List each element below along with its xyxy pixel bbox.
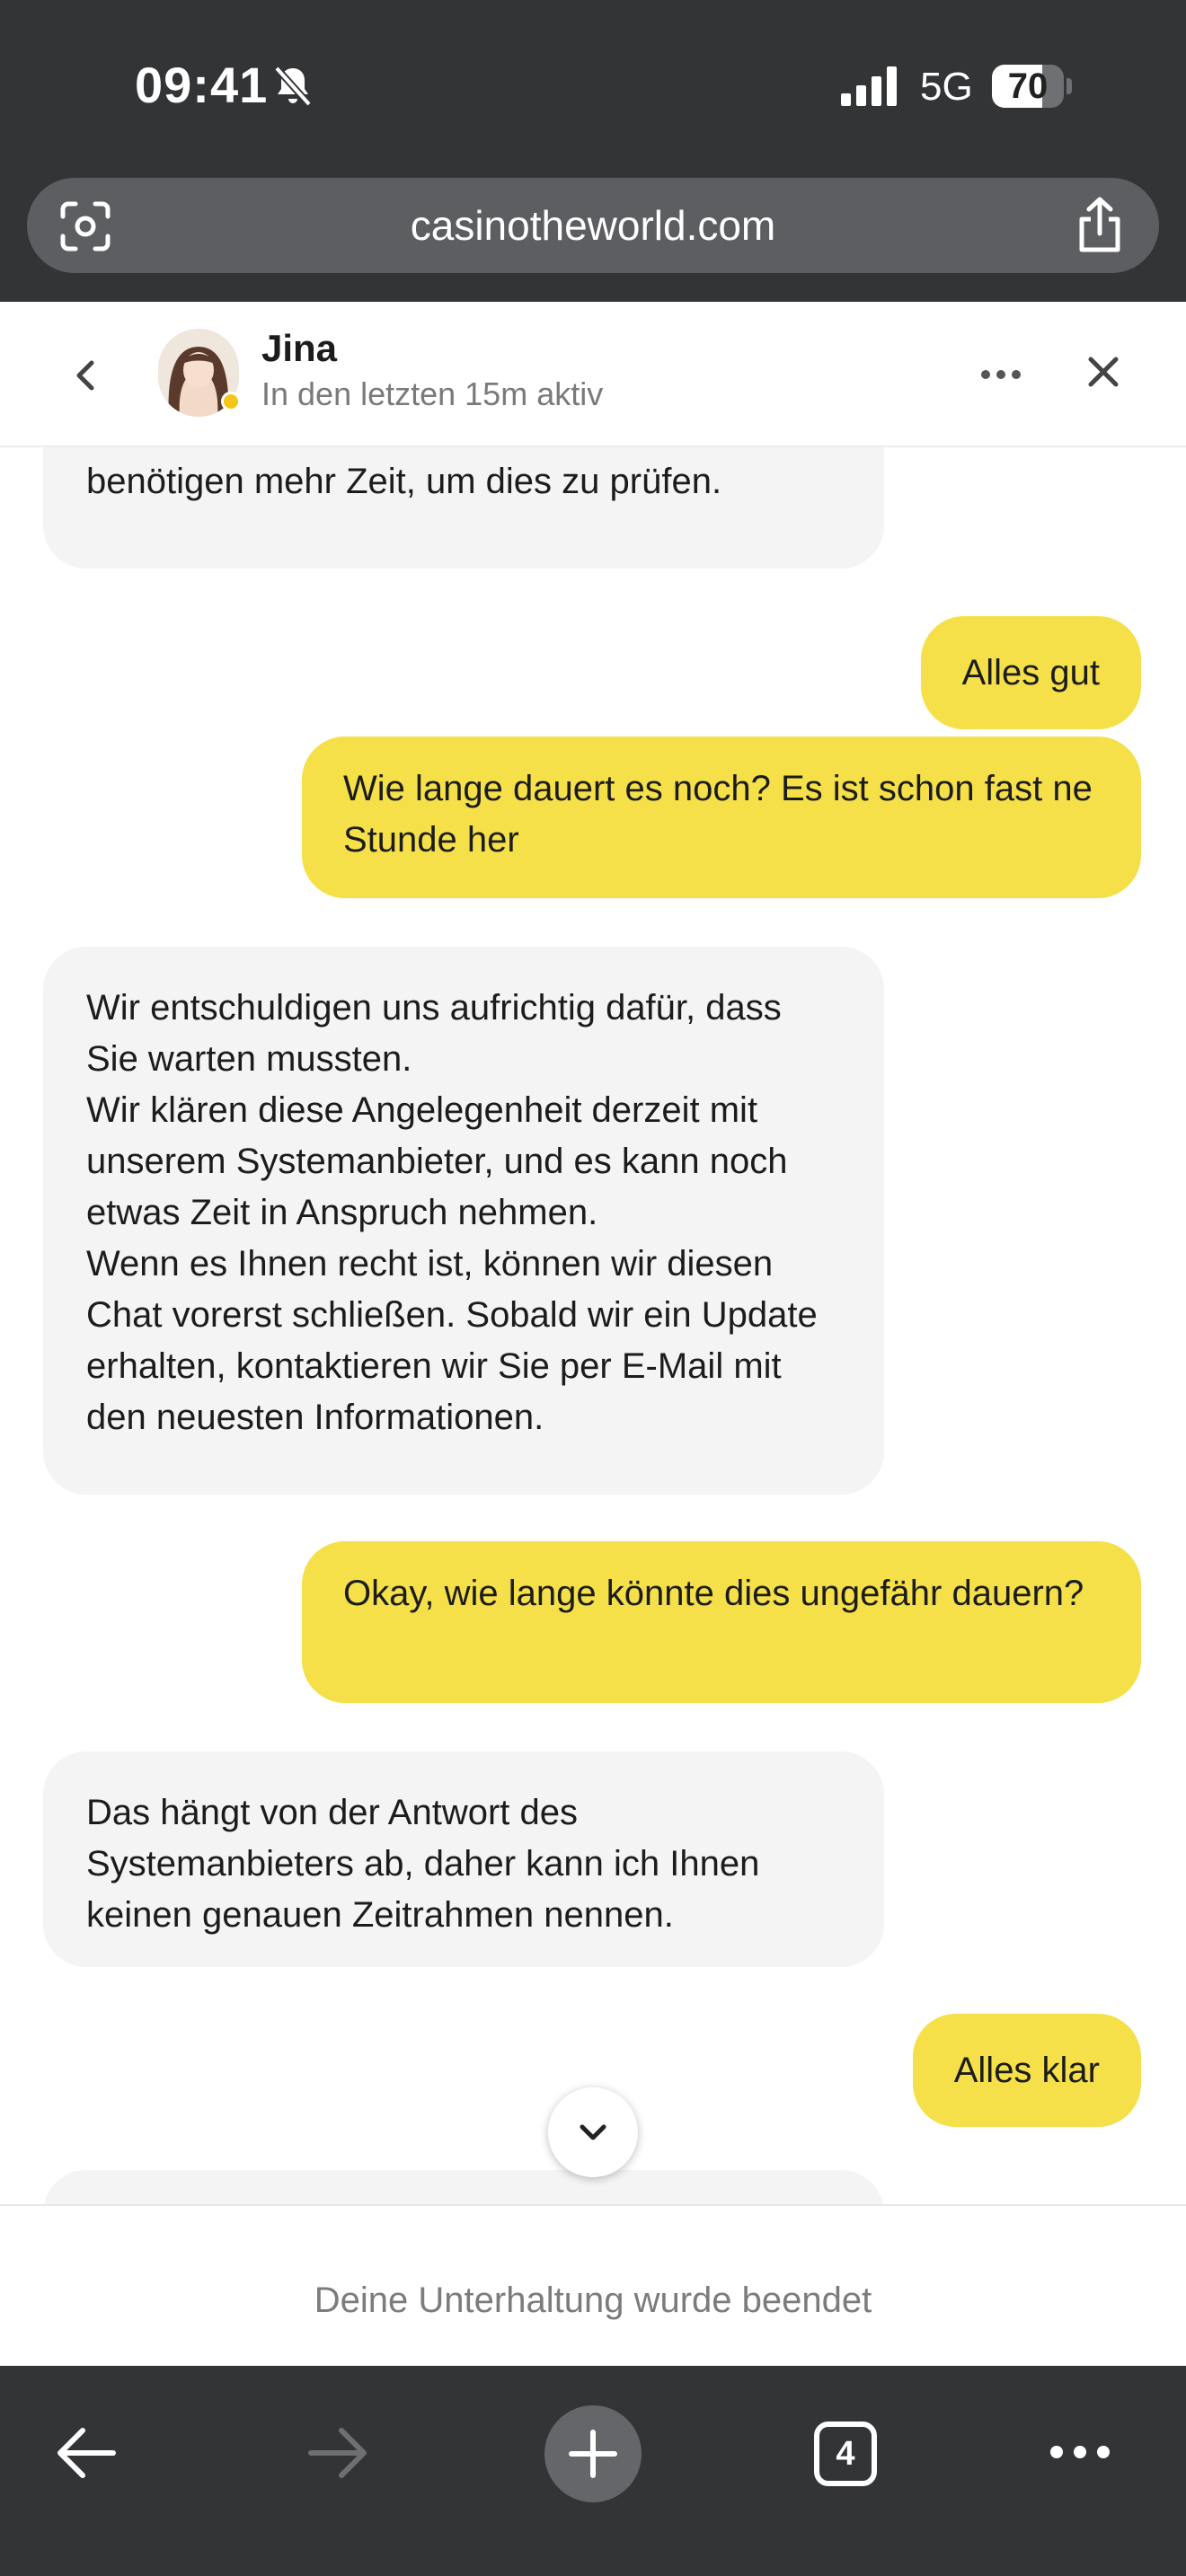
message-text: benötigen mehr Zeit, um dies zu prüfen. [86, 462, 722, 501]
scroll-down-button[interactable] [548, 2087, 638, 2177]
back-arrow-icon[interactable] [54, 2425, 117, 2481]
online-status-dot [221, 392, 241, 411]
back-chevron-icon[interactable] [68, 354, 104, 397]
tabs-button[interactable]: 4 [814, 2422, 877, 2486]
agent-status: In den letzten 15m aktiv [261, 375, 604, 412]
chevron-down-icon [580, 2124, 606, 2140]
agent-message-partial [43, 2170, 884, 2204]
status-time: 09:41 [135, 57, 269, 113]
signal-icon [841, 66, 897, 106]
browser-top-chrome: 09:41 5G 70 casinotheworld.com [0, 0, 1186, 302]
user-message: Wie lange dauert es noch? Es ist schon f… [302, 737, 1141, 898]
battery-icon: 70 [992, 65, 1072, 108]
user-message: Alles gut [920, 616, 1141, 729]
network-type: 5G [920, 65, 973, 109]
address-bar[interactable]: casinotheworld.com [27, 178, 1159, 273]
bell-slash-icon [274, 66, 312, 107]
message-list[interactable]: benötigen mehr Zeit, um dies zu prüfen. … [0, 447, 1186, 2204]
message-text: Wie lange dauert es noch? Es ist schon f… [343, 769, 1102, 860]
url-text[interactable]: casinotheworld.com [27, 178, 1159, 273]
message-text: Das hängt von der Antwort des Systemanbi… [86, 1793, 770, 1935]
browser-bottom-toolbar: 4 [0, 2366, 1186, 2576]
user-message: Okay, wie lange könnte dies ungefähr dau… [302, 1541, 1141, 1703]
more-icon[interactable] [1048, 2443, 1112, 2461]
user-message: Alles klar [912, 2014, 1141, 2127]
agent-name: Jina [261, 327, 338, 369]
plus-icon [569, 2430, 617, 2478]
message-text: Alles klar [953, 2051, 1100, 2090]
battery-percent: 70 [1007, 66, 1049, 106]
close-icon[interactable] [1085, 354, 1121, 390]
message-text: Alles gut [961, 653, 1100, 693]
agent-message: Das hängt von der Antwort des Systemanbi… [43, 1751, 884, 1967]
agent-message: benötigen mehr Zeit, um dies zu prüfen. [43, 447, 884, 569]
message-text: Wir entschuldigen uns aufrichtig dafür, … [86, 988, 818, 1437]
share-icon[interactable] [1073, 196, 1127, 253]
message-text: Okay, wie lange könnte dies ungefähr dau… [343, 1574, 1084, 1613]
conversation-ended-bar: Deine Unterhaltung wurde beendet [0, 2204, 1186, 2366]
chat-header: Jina In den letzten 15m aktiv [0, 302, 1186, 447]
more-icon[interactable] [979, 368, 1022, 381]
forward-arrow-icon[interactable] [307, 2425, 370, 2481]
new-tab-button[interactable] [544, 2405, 642, 2502]
conversation-ended-text: Deine Unterhaltung wurde beendet [314, 2280, 872, 2320]
agent-message: Wir entschuldigen uns aufrichtig dafür, … [43, 947, 884, 1495]
